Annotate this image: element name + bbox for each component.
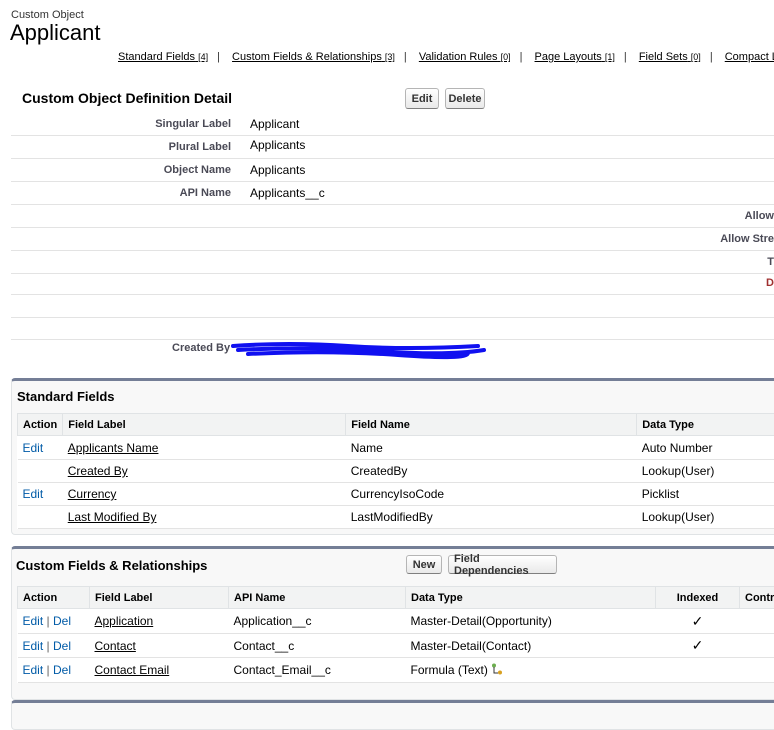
new-button[interactable]: New xyxy=(406,555,442,574)
indexed-check-icon: ✓ xyxy=(656,634,740,658)
data-type: Lookup(User) xyxy=(637,506,774,529)
detail-row: Plural Label Applicants xyxy=(11,136,774,159)
column-header: Action xyxy=(18,587,90,609)
column-header: Data Type xyxy=(637,414,774,436)
link-compact-layouts[interactable]: Compact Lay xyxy=(725,51,774,63)
edit-link[interactable]: Edit xyxy=(23,441,44,455)
separator: | xyxy=(47,639,50,653)
link-standard-fields[interactable]: Standard Fields [4] xyxy=(118,51,208,63)
standard-fields-table: Action Field Label Field Name Data Type … xyxy=(17,413,774,529)
field-label: Singular Label xyxy=(155,118,231,130)
api-name: Application__c xyxy=(229,609,406,634)
field-label: Allow Stre xyxy=(720,233,774,245)
field-label-link[interactable]: Contact xyxy=(95,639,136,653)
detail-row xyxy=(11,318,774,340)
field-label-link[interactable]: Application xyxy=(95,614,154,628)
column-header: API Name xyxy=(229,587,406,609)
edit-link[interactable]: Edit xyxy=(23,614,44,628)
data-type: Master-Detail(Contact) xyxy=(406,634,656,658)
redacted-value xyxy=(228,340,488,360)
data-type: Auto Number xyxy=(637,436,774,460)
detail-row: T xyxy=(11,251,774,274)
delete-link[interactable]: Del xyxy=(53,663,71,677)
delete-button[interactable]: Delete xyxy=(445,88,485,109)
edit-link[interactable]: Edit xyxy=(23,487,44,501)
field-label-link[interactable]: Last Modified By xyxy=(68,510,157,524)
field-label: Plural Label xyxy=(169,141,231,153)
table-row: Edit | Del Contact Email Contact_Email__c F… xyxy=(18,658,774,683)
link-field-sets[interactable]: Field Sets [0] xyxy=(639,51,701,63)
created-by-label: Created By xyxy=(172,342,230,354)
field-label: T xyxy=(767,256,774,268)
page-title: Applicant xyxy=(10,20,101,46)
field-name: CurrencyIsoCode xyxy=(346,483,637,506)
column-header: Field Name xyxy=(346,414,637,436)
field-label: Object Name xyxy=(164,164,231,176)
detail-row: Allow xyxy=(11,205,774,228)
column-header: Indexed xyxy=(656,587,740,609)
indexed-check-icon: ✓ xyxy=(656,609,740,634)
data-type: Master-Detail(Opportunity) xyxy=(406,609,656,634)
delete-link[interactable]: Del xyxy=(53,639,71,653)
api-name: Contact__c xyxy=(229,634,406,658)
table-row: Edit Applicants Name NameAuto Number xyxy=(18,436,774,460)
section-title: Custom Fields & Relationships xyxy=(16,558,207,573)
field-value: Applicant xyxy=(250,117,299,131)
field-label-link[interactable]: Currency xyxy=(68,487,117,501)
data-type: Formula (Text) xyxy=(411,663,488,677)
data-type: Picklist xyxy=(637,483,774,506)
related-links: Standard Fields [4]| Custom Fields & Rel… xyxy=(118,51,774,63)
field-name: CreatedBy xyxy=(346,460,637,483)
edit-link[interactable]: Edit xyxy=(23,663,44,677)
field-label: Allow xyxy=(745,210,774,222)
link-validation-rules[interactable]: Validation Rules [0] xyxy=(419,51,511,63)
detail-row: D xyxy=(11,274,774,295)
table-row: Last Modified By LastModifiedByLookup(Use… xyxy=(18,506,774,529)
table-row: Edit Currency CurrencyIsoCodePicklist xyxy=(18,483,774,506)
section-title: Standard Fields xyxy=(17,389,115,404)
data-type: Lookup(User) xyxy=(637,460,774,483)
column-header: Field Label xyxy=(90,587,229,609)
link-page-layouts[interactable]: Page Layouts [1] xyxy=(535,51,615,63)
custom-fields-section: Custom Fields & Relationships New Field … xyxy=(11,546,774,700)
separator: | xyxy=(47,663,50,677)
detail-row xyxy=(11,295,774,318)
edit-link[interactable]: Edit xyxy=(23,639,44,653)
field-label: D xyxy=(766,277,774,289)
field-value: Applicants xyxy=(250,138,305,152)
separator: | xyxy=(47,614,50,628)
formula-hierarchy-icon xyxy=(491,663,503,675)
custom-fields-table: Action Field Label API Name Data Type In… xyxy=(17,586,774,683)
field-label-link[interactable]: Applicants Name xyxy=(68,441,159,455)
column-header: Data Type xyxy=(406,587,656,609)
field-label-link[interactable]: Created By xyxy=(68,464,128,478)
indexed-cell xyxy=(656,658,740,683)
next-section xyxy=(11,700,774,730)
field-label-link[interactable]: Contact Email xyxy=(95,663,170,677)
table-row: Created By CreatedByLookup(User) xyxy=(18,460,774,483)
detail-row: Object Name Applicants xyxy=(11,159,774,182)
field-name: LastModifiedBy xyxy=(346,506,637,529)
standard-fields-section: Standard Fields Action Field Label Field… xyxy=(11,378,774,535)
detail-row: Allow Stre xyxy=(11,228,774,251)
table-row: Edit | Del Contact Contact__cMaster-Detail… xyxy=(18,634,774,658)
table-row: Edit | Del Application Application__cMaste… xyxy=(18,609,774,634)
column-header: Action xyxy=(18,414,63,436)
edit-button[interactable]: Edit xyxy=(405,88,439,109)
link-custom-fields[interactable]: Custom Fields & Relationships [3] xyxy=(232,51,395,63)
column-header: Contr xyxy=(740,587,774,609)
api-name: Contact_Email__c xyxy=(229,658,406,683)
detail-row: Singular Label Applicant xyxy=(11,113,774,136)
detail-title: Custom Object Definition Detail xyxy=(22,90,232,106)
field-label: API Name xyxy=(180,187,231,199)
field-name: Name xyxy=(346,436,637,460)
detail-row: API Name Applicants__c xyxy=(11,182,774,205)
column-header: Field Label xyxy=(63,414,346,436)
field-value: Applicants xyxy=(250,163,305,177)
field-dependencies-button[interactable]: Field Dependencies xyxy=(448,555,557,574)
field-value: Applicants__c xyxy=(250,186,325,200)
delete-link[interactable]: Del xyxy=(53,614,71,628)
